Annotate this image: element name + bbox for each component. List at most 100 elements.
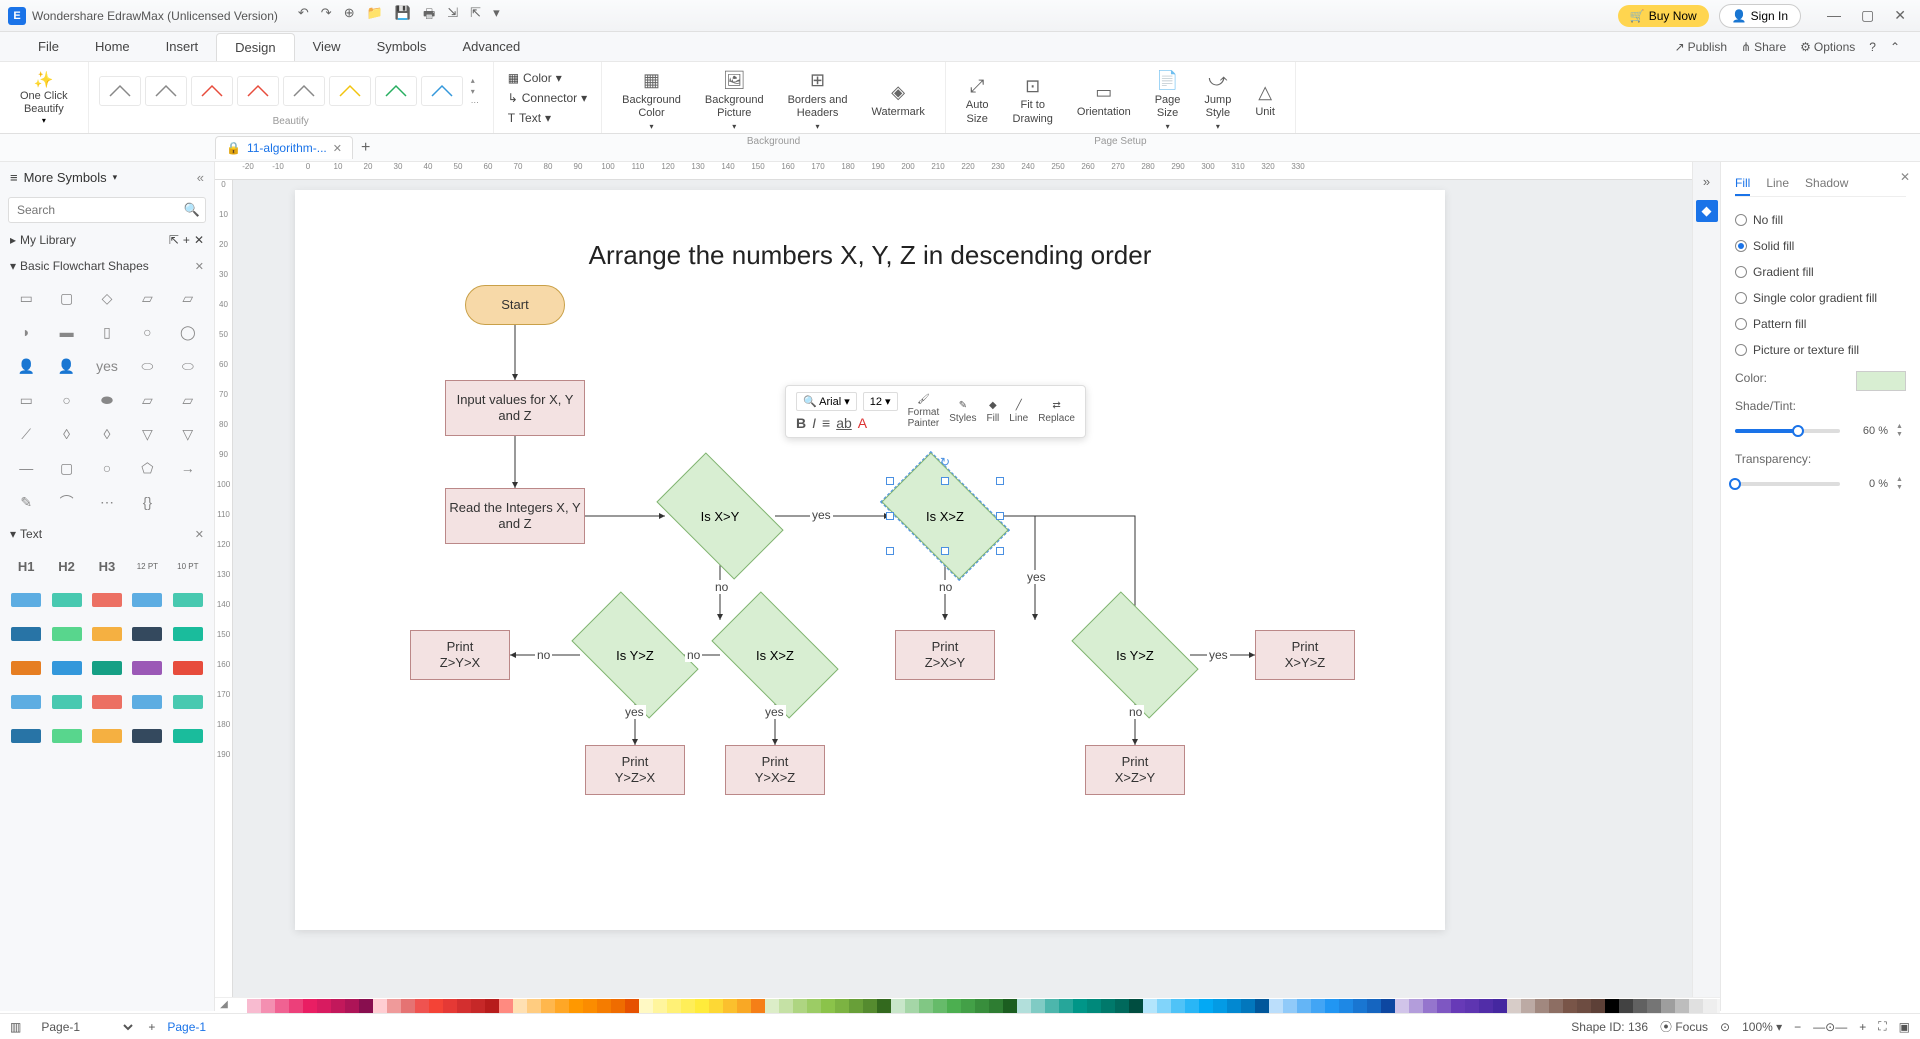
minimize-icon[interactable]: —	[1821, 5, 1847, 26]
color-swatch-78[interactable]	[1325, 999, 1339, 1013]
color-swatch-99[interactable]	[1619, 999, 1633, 1013]
color-swatch-75[interactable]	[1283, 999, 1297, 1013]
my-library-section[interactable]: ▸My Library ⇱ + ✕	[0, 227, 214, 253]
text-section[interactable]: ▾Text ✕	[0, 521, 214, 547]
color-swatch-68[interactable]	[1185, 999, 1199, 1013]
color-swatch-85[interactable]	[1423, 999, 1437, 1013]
page-tab-link[interactable]: Page-1	[167, 1020, 206, 1034]
color-swatch-87[interactable]	[1451, 999, 1465, 1013]
text-preset-5[interactable]	[8, 619, 44, 649]
text-preset-9[interactable]	[170, 619, 206, 649]
fill-option-3[interactable]: Single color gradient fill	[1735, 285, 1906, 311]
buy-now-button[interactable]: 🛒 Buy Now	[1618, 5, 1709, 27]
color-swatch-33[interactable]	[695, 999, 709, 1013]
color-swatch-38[interactable]	[765, 999, 779, 1013]
color-swatch-21[interactable]	[527, 999, 541, 1013]
color-swatch-20[interactable]	[513, 999, 527, 1013]
color-swatch-5[interactable]	[303, 999, 317, 1013]
fill-option-5[interactable]: Picture or texture fill	[1735, 337, 1906, 363]
color-swatch-6[interactable]	[317, 999, 331, 1013]
font-select[interactable]: 🔍 Arial ▾	[796, 392, 857, 411]
shape-29[interactable]: →	[170, 453, 206, 483]
search-icon[interactable]: 🔍	[184, 202, 200, 218]
color-swatch-2[interactable]	[261, 999, 275, 1013]
text-preset-4[interactable]	[170, 585, 206, 615]
color-swatch-92[interactable]	[1521, 999, 1535, 1013]
text-preset-8[interactable]	[129, 619, 165, 649]
text-preset-17[interactable]	[89, 687, 125, 717]
color-swatch-44[interactable]	[849, 999, 863, 1013]
color-swatch-95[interactable]	[1563, 999, 1577, 1013]
color-swatch-80[interactable]	[1353, 999, 1367, 1013]
shape-18[interactable]: ▱	[129, 385, 165, 415]
color-swatch-24[interactable]	[569, 999, 583, 1013]
text-style-0[interactable]: H1	[8, 551, 44, 581]
flowchart-title[interactable]: Arrange the numbers X, Y, Z in descendin…	[295, 240, 1445, 271]
color-swatch-43[interactable]	[835, 999, 849, 1013]
print-zxy[interactable]: Print Z>X>Y	[895, 630, 995, 680]
fill-option-1[interactable]: Solid fill	[1735, 233, 1906, 259]
target-icon[interactable]: ⊙	[1720, 1020, 1730, 1034]
text-preset-3[interactable]	[129, 585, 165, 615]
page-size-button[interactable]: 📄Page Size▾	[1145, 66, 1191, 136]
publish-link[interactable]: ↗ Publish	[1675, 40, 1727, 54]
fill-panel-icon[interactable]: ◆	[1696, 200, 1718, 222]
color-swatch-88[interactable]	[1465, 999, 1479, 1013]
color-swatch-36[interactable]	[737, 999, 751, 1013]
search-input[interactable]	[8, 197, 206, 223]
one-click-beautify[interactable]: ✨ One Click Beautify ▾	[10, 66, 78, 129]
transparency-slider[interactable]	[1735, 482, 1840, 486]
color-swatch-71[interactable]	[1227, 999, 1241, 1013]
color-swatch-83[interactable]	[1395, 999, 1409, 1013]
text-preset-10[interactable]	[8, 653, 44, 683]
color-swatch-96[interactable]	[1577, 999, 1591, 1013]
close-panel-icon[interactable]: ✕	[1900, 170, 1910, 184]
print-zyx[interactable]: Print Z>Y>X	[410, 630, 510, 680]
color-swatch-102[interactable]	[1661, 999, 1675, 1013]
color-swatch-7[interactable]	[331, 999, 345, 1013]
shape-28[interactable]: ⬠	[129, 453, 165, 483]
close-tab-icon[interactable]: ✕	[333, 142, 342, 155]
add-tab-button[interactable]: +	[361, 139, 370, 157]
bold-icon[interactable]: B	[796, 415, 806, 431]
input-node[interactable]: Input values for X, Y and Z	[445, 380, 585, 436]
shade-slider[interactable]	[1735, 429, 1840, 433]
color-swatch[interactable]	[1856, 371, 1906, 391]
maximize-icon[interactable]: ▢	[1855, 5, 1880, 26]
color-swatch-61[interactable]	[1087, 999, 1101, 1013]
color-swatch-3[interactable]	[275, 999, 289, 1013]
menu-advanced[interactable]: Advanced	[444, 33, 538, 60]
text-style-2[interactable]: H3	[89, 551, 125, 581]
import-icon[interactable]: ⇱	[470, 5, 481, 27]
color-swatch-23[interactable]	[555, 999, 569, 1013]
read-node[interactable]: Read the Integers X, Y and Z	[445, 488, 585, 544]
more-icon[interactable]: ▾	[493, 5, 500, 27]
format-tab-line[interactable]: Line	[1766, 172, 1789, 196]
align-icon[interactable]: ≡	[822, 415, 830, 431]
shape-9[interactable]: ◯	[170, 317, 206, 347]
text-preset-1[interactable]	[48, 585, 84, 615]
shape-19[interactable]: ▱	[170, 385, 206, 415]
export-library-icon[interactable]: ⇱	[169, 233, 179, 247]
shape-20[interactable]: ⟋	[8, 419, 44, 449]
shape-23[interactable]: ▽	[129, 419, 165, 449]
color-swatch-31[interactable]	[667, 999, 681, 1013]
color-swatch-11[interactable]	[387, 999, 401, 1013]
close-text-section-icon[interactable]: ✕	[195, 528, 204, 541]
text-style-4[interactable]: 10 PT	[170, 551, 206, 581]
arrow-style-3[interactable]	[237, 76, 279, 106]
zoom-slider[interactable]: —⊙—	[1813, 1020, 1847, 1034]
color-swatch-37[interactable]	[751, 999, 765, 1013]
color-swatch-58[interactable]	[1045, 999, 1059, 1013]
color-swatch-16[interactable]	[457, 999, 471, 1013]
color-swatch-89[interactable]	[1479, 999, 1493, 1013]
text-preset-7[interactable]	[89, 619, 125, 649]
replace-button[interactable]: ⇄Replace	[1038, 400, 1075, 424]
shape-11[interactable]: 👤	[48, 351, 84, 381]
color-swatch-60[interactable]	[1073, 999, 1087, 1013]
unit-button[interactable]: △Unit	[1245, 78, 1285, 123]
arrow-style-7[interactable]	[421, 76, 463, 106]
add-page-icon[interactable]: +	[148, 1020, 155, 1034]
color-swatch-91[interactable]	[1507, 999, 1521, 1013]
share-link[interactable]: ⋔ Share	[1741, 40, 1786, 54]
